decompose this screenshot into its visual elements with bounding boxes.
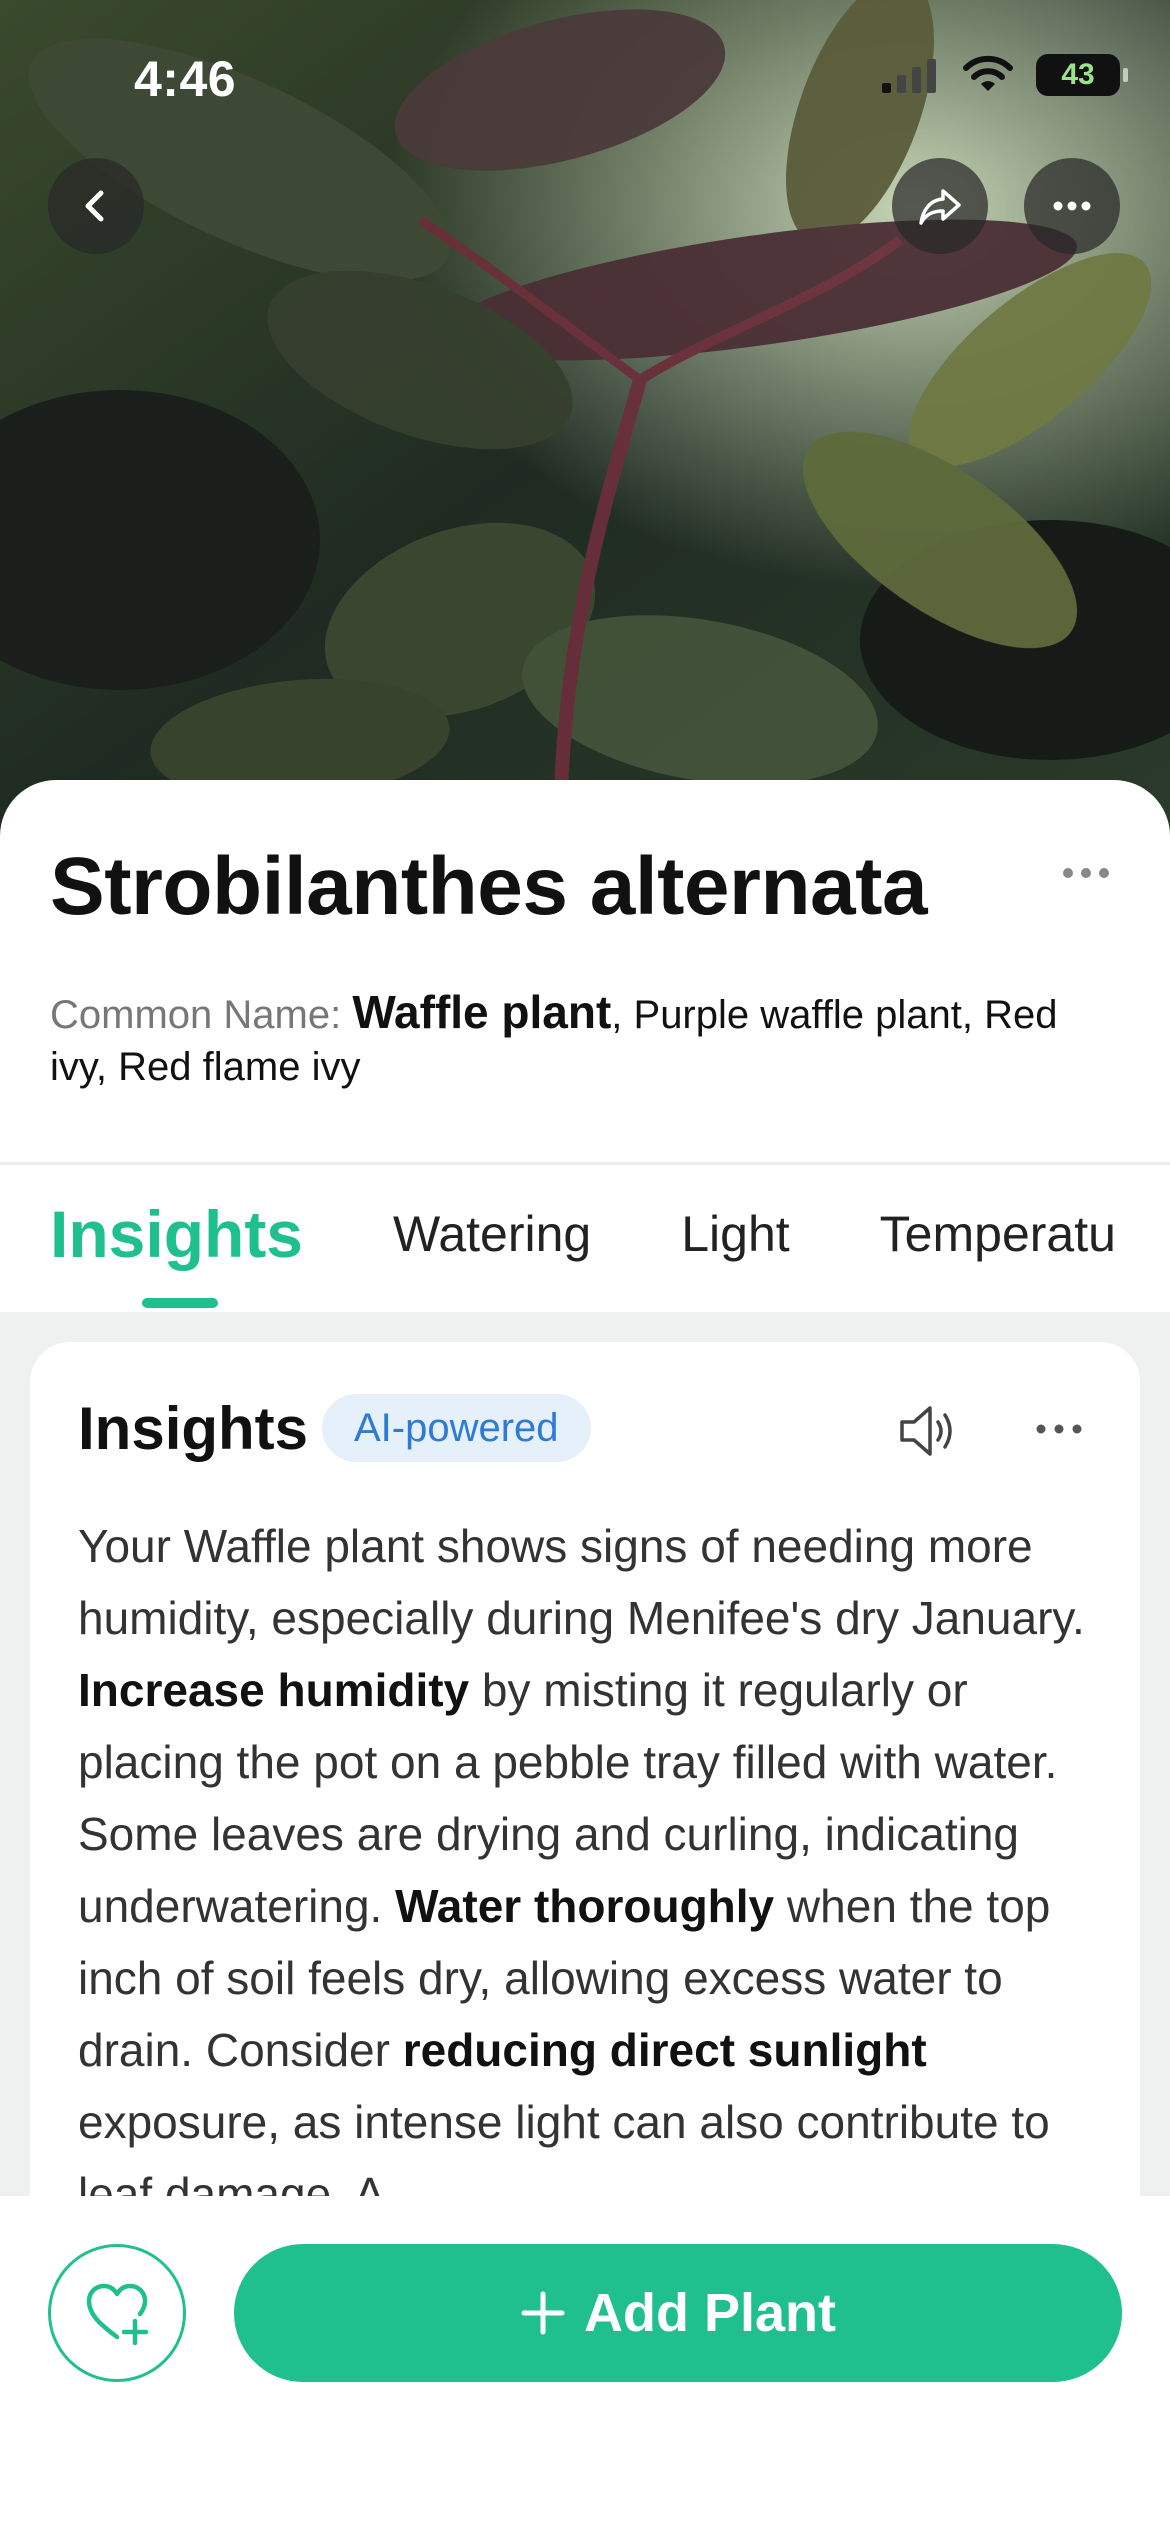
tab-insights[interactable]: Insights <box>50 1196 303 1282</box>
common-names: Common Name: Waffle plant, Purple waffle… <box>50 986 1120 1093</box>
share-button[interactable] <box>892 158 988 254</box>
tab-watering[interactable]: Watering <box>393 1205 591 1273</box>
insights-card: Insights AI-powered Your Waffle plant sh… <box>30 1342 1140 2342</box>
tab-light[interactable]: Light <box>681 1205 789 1273</box>
common-name-primary: Waffle plant <box>352 986 612 1038</box>
active-tab-indicator <box>142 1298 218 1308</box>
battery-indicator: 43 <box>1036 54 1128 96</box>
insights-text: Your Waffle plant shows signs of needing… <box>78 1510 1108 2230</box>
plant-photo <box>0 0 1170 840</box>
insight-highlight: Increase humidity <box>78 1664 470 1716</box>
plant-photo-image <box>0 0 1170 840</box>
add-plant-label: Add Plant <box>584 2283 836 2343</box>
share-arrow-icon <box>919 189 961 225</box>
insights-card-title: Insights <box>78 1395 309 1462</box>
speaker-icon[interactable] <box>894 1398 960 1464</box>
favorite-button[interactable] <box>48 2244 186 2382</box>
cellular-signal-icon <box>882 59 936 93</box>
plus-icon <box>521 2291 565 2335</box>
chevron-left-icon <box>85 190 104 222</box>
heart-plus-icon <box>86 2283 149 2346</box>
common-name-label: Common Name: <box>50 993 342 1037</box>
section-tabs: Insights Watering Light Temperatu <box>0 1165 1170 1312</box>
back-button[interactable] <box>48 158 144 254</box>
insight-highlight: Water thoroughly <box>395 1880 775 1932</box>
card-ellipsis-icon[interactable] <box>1034 1422 1084 1436</box>
add-plant-button[interactable]: Add Plant <box>234 2244 1122 2382</box>
wifi-icon <box>963 55 1013 91</box>
bottom-action-bar: Add Plant <box>0 2196 1170 2532</box>
insight-highlight: reducing direct sunlight <box>402 2024 927 2076</box>
title-ellipsis-icon[interactable] <box>1062 865 1110 881</box>
ellipsis-icon <box>1053 201 1091 211</box>
tab-temperature[interactable]: Temperatu <box>880 1205 1116 1273</box>
plant-scientific-name: Strobilanthes alternata <box>50 841 928 932</box>
status-time: 4:46 <box>134 51 237 107</box>
ai-powered-badge: AI-powered <box>322 1394 591 1462</box>
insight-text-segment: Your Waffle plant shows signs of needing… <box>78 1520 1085 1644</box>
more-options-button[interactable] <box>1024 158 1120 254</box>
status-indicators: 43 <box>880 54 1128 96</box>
